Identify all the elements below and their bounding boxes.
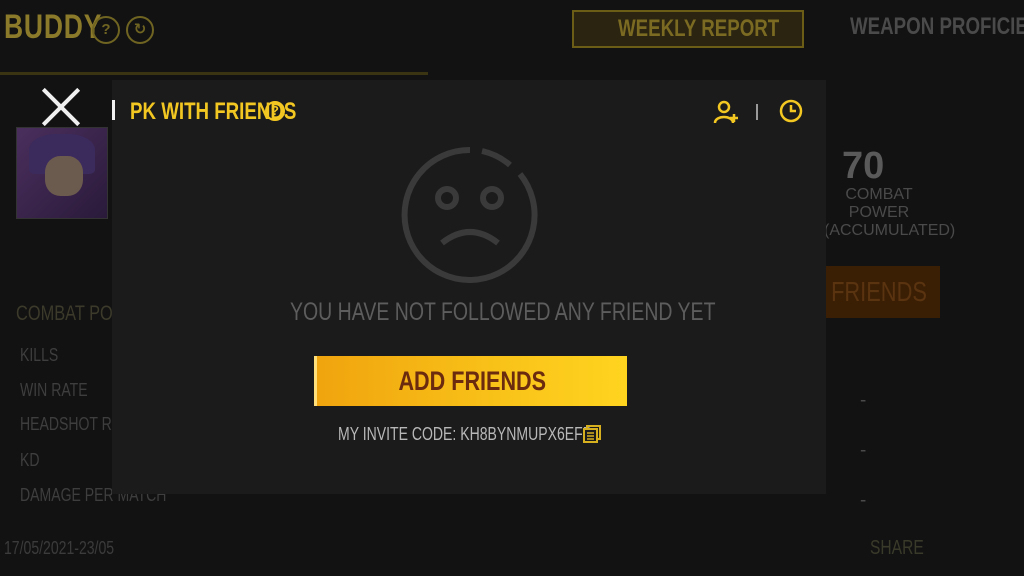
dash-value: - [860, 390, 867, 411]
date-range: 17/05/2021-23/05 [4, 538, 115, 558]
title-underline [0, 72, 428, 75]
help-icon[interactable]: ? [92, 16, 120, 44]
avatar[interactable] [16, 127, 108, 219]
refresh-icon[interactable]: ↻ [126, 16, 154, 44]
history-icon[interactable] [779, 99, 803, 123]
tab-weekly-report[interactable]: WEEKLY REPORT [572, 10, 804, 48]
empty-message: YOU HAVE NOT FOLLOWED ANY FRIEND YET [290, 298, 716, 326]
combat-power-value: 70 [842, 145, 885, 187]
dash-value: - [860, 490, 867, 511]
add-friends-button[interactable]: ADD FRIENDS [314, 356, 627, 406]
invite-code: MY INVITE CODE: KH8BYNMUPX6EFD [338, 424, 593, 444]
sad-face-icon [401, 146, 538, 283]
dash-value: - [860, 440, 867, 461]
combat-power-label: COMBAT POWER (ACCUMULATED) [824, 186, 956, 239]
icon-separator [756, 104, 758, 120]
copy-icon[interactable] [582, 424, 602, 444]
title-divider [112, 100, 115, 120]
share-button[interactable]: SHARE [870, 537, 939, 560]
stat-kills: KILLS [20, 345, 59, 365]
stat-kd: KD [20, 450, 40, 470]
stat-win-rate: WIN RATE [20, 380, 88, 400]
modal-title: PK WITH FRIENDS [130, 98, 297, 125]
tab-weapon-proficiency[interactable]: WEAPON PROFICIENCY [806, 10, 1024, 44]
add-friend-icon[interactable] [712, 98, 740, 126]
close-icon[interactable] [40, 86, 82, 128]
help-icon[interactable]: ? [265, 101, 285, 121]
